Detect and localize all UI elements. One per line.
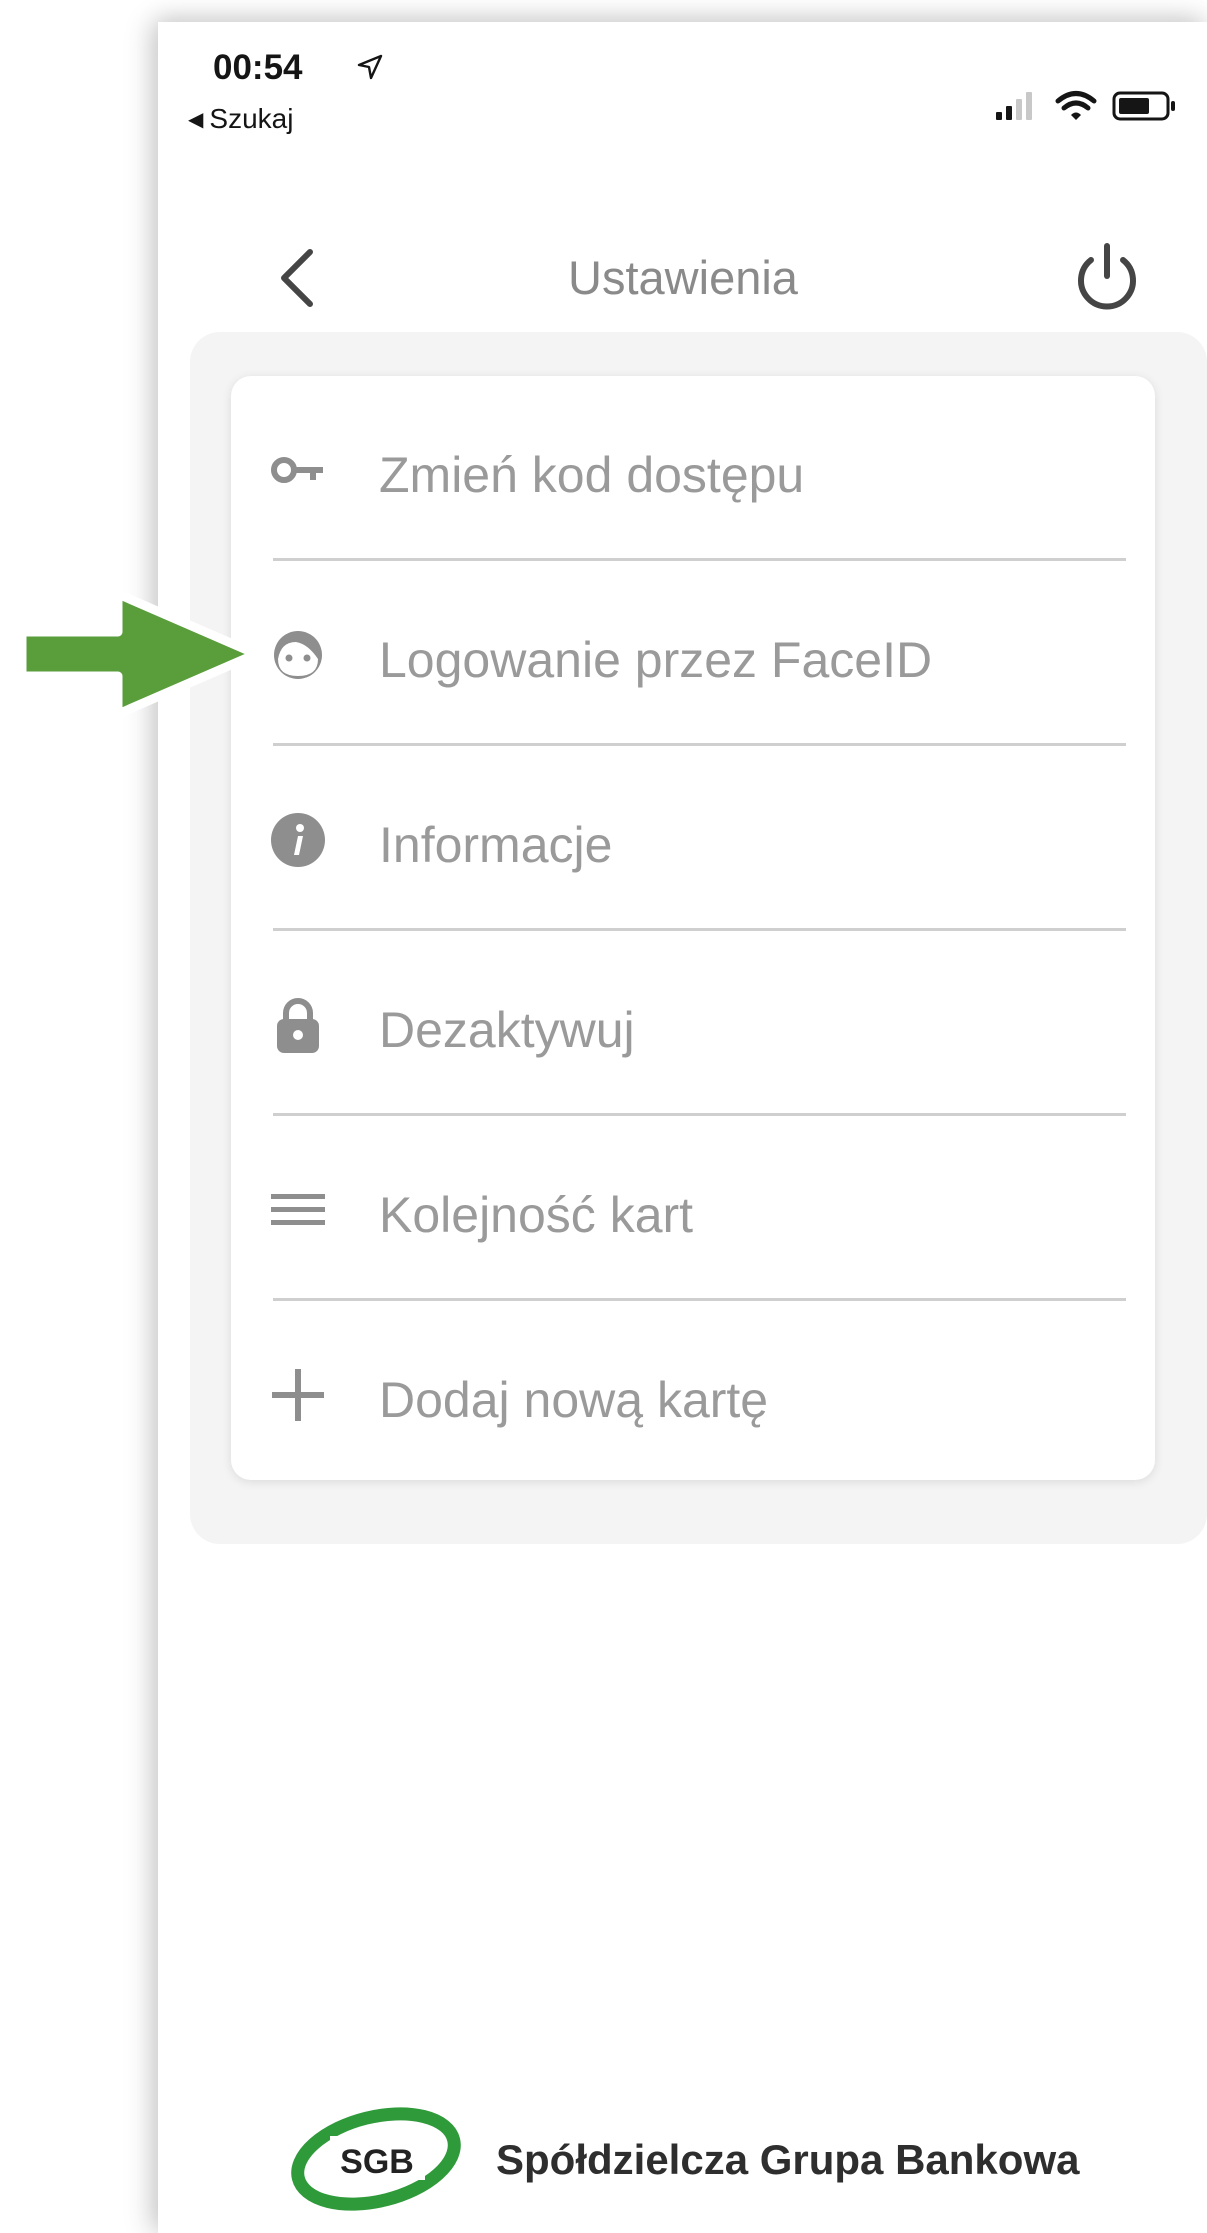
menu-item-label: Dezaktywuj (379, 1002, 635, 1058)
battery-icon (1112, 91, 1175, 121)
green-arrow-icon (17, 589, 261, 719)
back-triangle-icon: ◀ (188, 109, 204, 131)
cellular-signal-icon (996, 92, 1032, 120)
plus-icon (272, 1369, 324, 1421)
menu-item-label: Kolejność kart (379, 1187, 694, 1243)
face-icon (274, 631, 322, 679)
power-icon[interactable] (1070, 240, 1144, 314)
status-icons (996, 91, 1175, 121)
back-to-app-link[interactable]: ◀ Szukaj (188, 103, 293, 135)
sgb-logo-text: SGB (340, 2143, 414, 2181)
lock-icon (277, 998, 319, 1053)
phone-screen: 00:54 ◀ Szukaj Ustawienia Zmień kod dost… (158, 22, 1207, 2233)
back-app-label: Szukaj (209, 103, 294, 134)
location-arrow-icon (357, 54, 383, 80)
key-icon (271, 457, 323, 483)
menu-item-add-card[interactable]: Dodaj nową kartę (231, 1301, 1155, 1486)
menu-item-deactivate[interactable]: Dezaktywuj (231, 931, 1155, 1116)
page-title: Ustawienia (568, 251, 798, 304)
menu-item-faceid-login[interactable]: Logowanie przez FaceID (231, 561, 1155, 746)
wifi-icon (1055, 91, 1097, 120)
menu-item-label: Dodaj nową kartę (379, 1372, 769, 1428)
menu-item-card-order[interactable]: Kolejność kart (231, 1116, 1155, 1301)
settings-card: Zmień kod dostępu Logowanie przez FaceID… (231, 376, 1155, 1480)
menu-item-label: Logowanie przez FaceID (379, 632, 933, 688)
info-icon (271, 813, 325, 867)
menu-item-change-code[interactable]: Zmień kod dostępu (231, 376, 1155, 561)
status-time: 00:54 (213, 48, 303, 87)
menu-item-information[interactable]: Informacje (231, 746, 1155, 931)
sgb-logo: SGB (291, 2107, 461, 2211)
menu-item-label: Zmień kod dostępu (379, 447, 805, 503)
brand-name: Spółdzielcza Grupa Bankowa (496, 2136, 1080, 2183)
chevron-left-icon[interactable] (266, 244, 326, 312)
reorder-icon (271, 1194, 325, 1225)
menu-item-label: Informacje (379, 817, 613, 873)
